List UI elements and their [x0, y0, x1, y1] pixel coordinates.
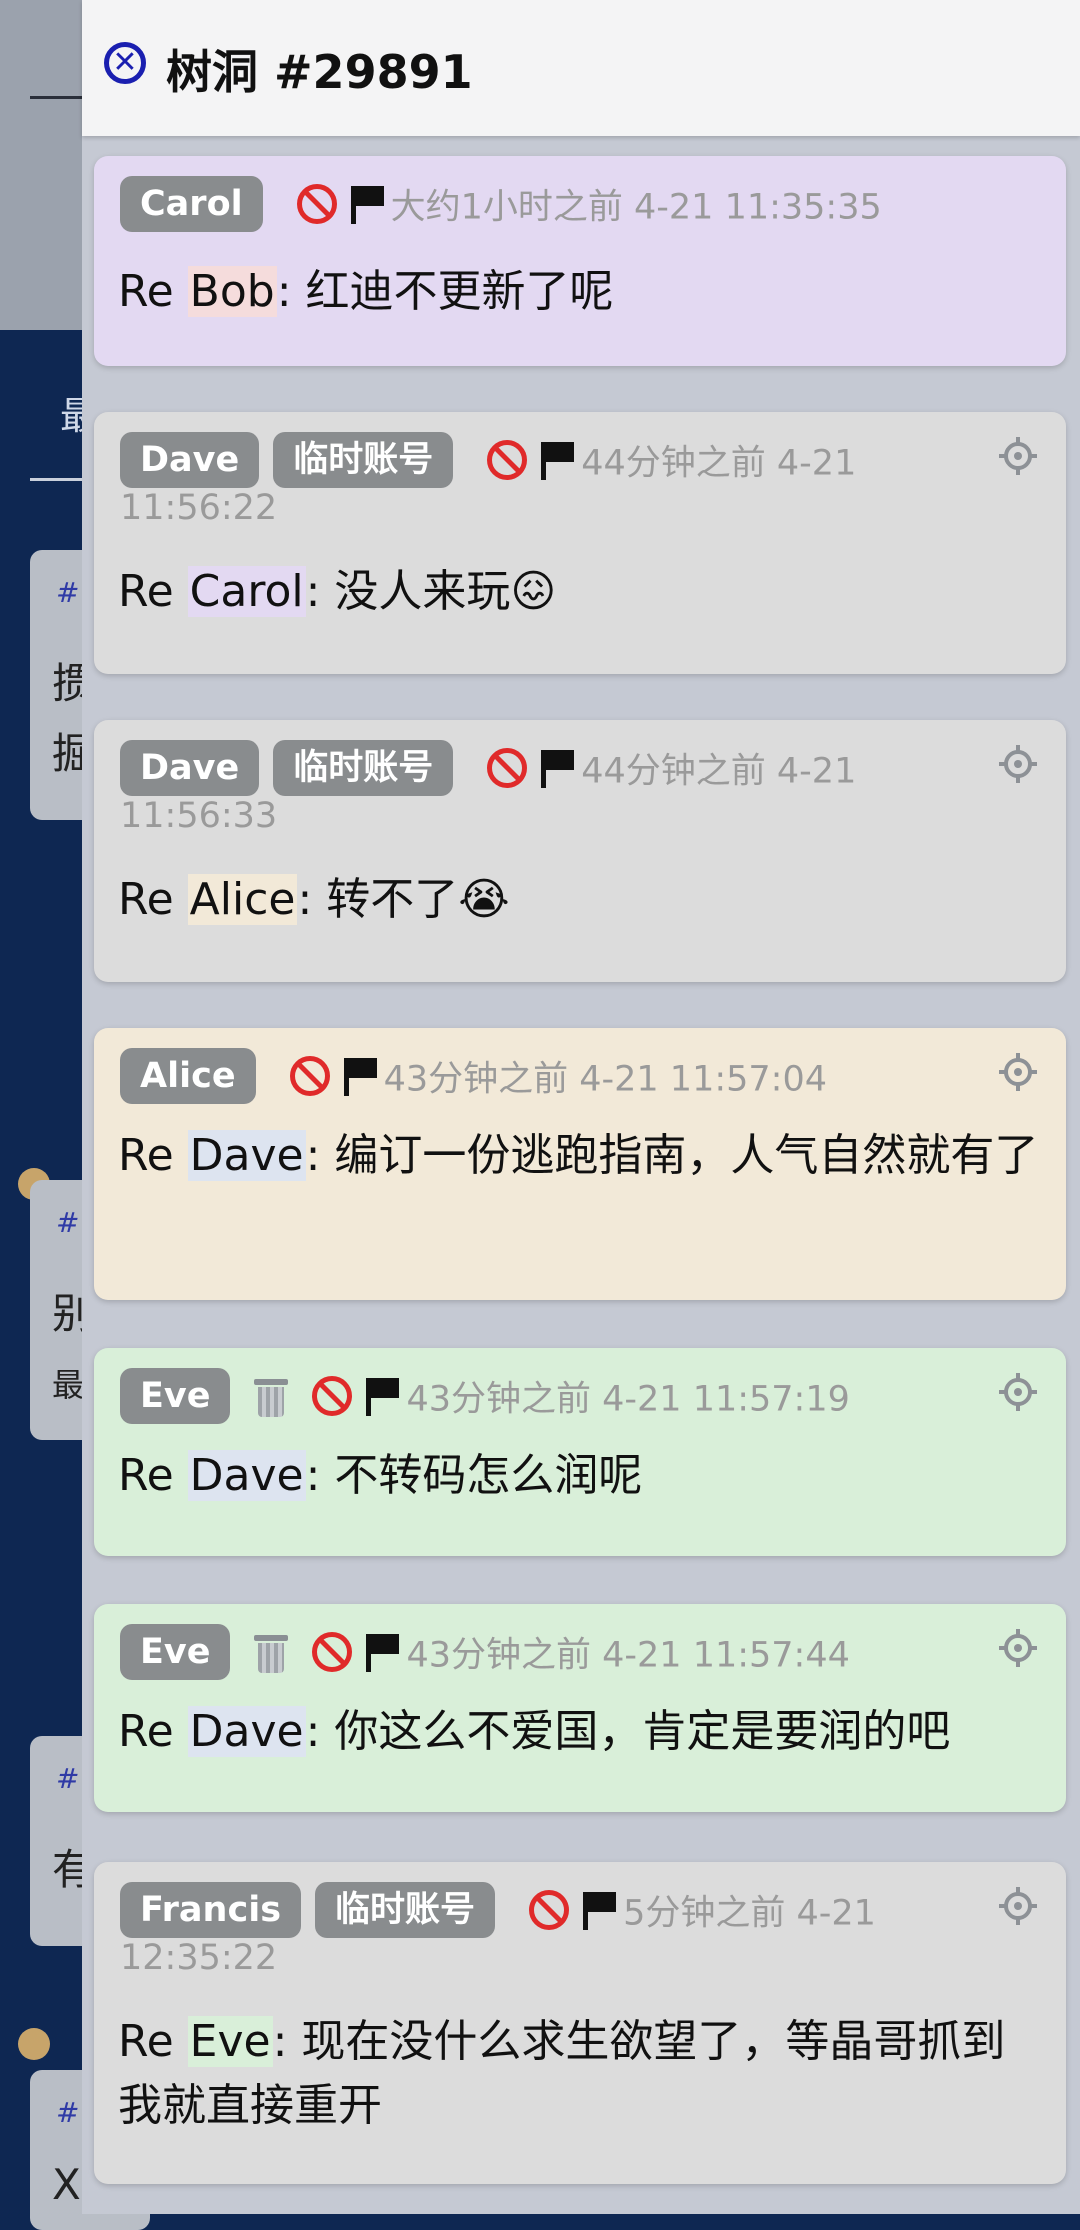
reply-target-name[interactable]: Eve	[187, 2016, 273, 2067]
locate-icon[interactable]	[998, 436, 1038, 476]
block-icon[interactable]	[296, 184, 337, 224]
reply-text: Re Dave: 不转码怎么润呢	[118, 1444, 1048, 1508]
reply-card[interactable]: Eve 43分钟之前 4-21 11:57:44 Re Dave: 你这么不爱国，肯…	[94, 1604, 1066, 1812]
flag-icon[interactable]	[539, 748, 575, 788]
locate-icon[interactable]	[998, 1886, 1038, 1926]
temp-account-badge: 临时账号	[273, 432, 454, 488]
author-badge[interactable]: Alice	[120, 1048, 256, 1104]
author-badge[interactable]: Dave	[120, 432, 260, 488]
reply-content: : 编订一份逃跑指南，人气自然就有了	[305, 1130, 1039, 1181]
block-icon[interactable]	[487, 440, 528, 480]
reply-text: Re Dave: 你这么不爱国，肯定是要润的吧	[118, 1700, 1048, 1764]
re-prefix: Re	[118, 1706, 188, 1757]
re-prefix: Re	[118, 566, 188, 617]
reply-card[interactable]: Dave 临时账号 44分钟之前 4-21 11:56:33 Re Alice: 转不了…	[94, 720, 1066, 982]
temp-account-badge: 临时账号	[273, 740, 454, 796]
reply-target-name[interactable]: Dave	[187, 1706, 306, 1757]
background-divider	[30, 96, 82, 99]
flag-icon[interactable]	[364, 1376, 400, 1416]
block-icon[interactable]	[487, 748, 528, 788]
temp-account-badge: 临时账号	[315, 1882, 496, 1938]
author-badge[interactable]: Eve	[120, 1368, 231, 1424]
reply-meta: Alice 43分钟之前 4-21 11:57:04	[120, 1048, 1040, 1106]
reply-content: : 不转码怎么润呢	[305, 1450, 643, 1501]
author-badge[interactable]: Carol	[120, 176, 263, 232]
locate-icon[interactable]	[998, 1628, 1038, 1668]
background-divider	[30, 478, 82, 481]
timestamp: 大约1小时之前 4-21 11:35:35	[390, 187, 882, 228]
flag-icon[interactable]	[364, 1632, 400, 1672]
drawer-header: ✕ 树洞 #29891	[82, 0, 1080, 136]
timestamp: 44分钟之前 4-21	[581, 443, 857, 484]
reply-target-name[interactable]: Bob	[187, 266, 277, 317]
reply-text: Re Alice: 转不了😭	[118, 868, 1048, 932]
reply-card[interactable]: Francis 临时账号 5分钟之前 4-21 12:35:22 Re Eve: 现在没…	[94, 1862, 1066, 2184]
timestamp: 44分钟之前 4-21	[581, 751, 857, 792]
re-prefix: Re	[118, 266, 188, 317]
reply-meta: Eve 43分钟之前 4-21 11:57:44	[120, 1624, 1040, 1682]
timestamp: 43分钟之前 4-21 11:57:04	[383, 1059, 827, 1100]
locate-icon[interactable]	[998, 1052, 1038, 1092]
reply-card[interactable]: Eve 43分钟之前 4-21 11:57:19 Re Dave: 不转码怎么润呢	[94, 1348, 1066, 1556]
re-prefix: Re	[118, 2016, 188, 2067]
reply-card[interactable]: Alice 43分钟之前 4-21 11:57:04 Re Dave: 编订一份逃跑…	[94, 1028, 1066, 1300]
reply-text: Re Bob: 红迪不更新了呢	[118, 260, 1048, 324]
author-badge[interactable]: Dave	[120, 740, 260, 796]
reply-card[interactable]: Carol 大约1小时之前 4-21 11:35:35 Re Bob: 红迪不更新了…	[94, 156, 1066, 366]
author-badge[interactable]: Eve	[120, 1624, 231, 1680]
reply-target-name[interactable]: Dave	[187, 1130, 306, 1181]
reply-meta: Francis 临时账号 5分钟之前 4-21	[120, 1882, 1040, 1940]
reply-content: : 你这么不爱国，肯定是要润的吧	[305, 1706, 951, 1757]
reply-content: : 红迪不更新了呢	[276, 266, 614, 317]
locate-icon[interactable]	[998, 1372, 1038, 1412]
close-icon[interactable]: ✕	[104, 42, 146, 84]
reply-text: Re Dave: 编订一份逃跑指南，人气自然就有了	[118, 1124, 1048, 1188]
flag-icon[interactable]	[349, 184, 385, 224]
reply-target-name[interactable]: Carol	[187, 566, 306, 617]
trash-icon[interactable]	[254, 1631, 289, 1673]
block-icon[interactable]	[312, 1376, 353, 1416]
reply-meta: Eve 43分钟之前 4-21 11:57:19	[120, 1368, 1040, 1426]
reply-text: Re Eve: 现在没什么求生欲望了，等晶哥抓到我就直接重开	[118, 2010, 1048, 2138]
author-badge[interactable]: Francis	[120, 1882, 302, 1938]
block-icon[interactable]	[312, 1632, 353, 1672]
page-title: 树洞 #29891	[166, 45, 473, 99]
locate-icon[interactable]	[998, 744, 1038, 784]
block-icon[interactable]	[289, 1056, 330, 1096]
re-prefix: Re	[118, 1130, 188, 1181]
background-dot	[18, 2028, 50, 2060]
reply-target-name[interactable]: Alice	[187, 874, 298, 925]
timestamp: 5分钟之前 4-21	[623, 1893, 876, 1934]
timestamp-continued: 12:35:22	[120, 1938, 278, 1978]
reply-meta: Carol 大约1小时之前 4-21 11:35:35	[120, 176, 1040, 234]
flag-icon[interactable]	[539, 440, 575, 480]
timestamp-continued: 11:56:33	[120, 796, 278, 836]
reply-content: : 没人来玩😖	[305, 566, 557, 617]
reply-content: : 转不了😭	[297, 874, 510, 925]
timestamp: 43分钟之前 4-21 11:57:44	[406, 1635, 850, 1676]
reply-text: Re Carol: 没人来玩😖	[118, 560, 1048, 624]
block-icon[interactable]	[529, 1890, 570, 1930]
trash-icon[interactable]	[254, 1375, 289, 1417]
flag-icon[interactable]	[342, 1056, 378, 1096]
timestamp-continued: 11:56:22	[120, 488, 278, 528]
re-prefix: Re	[118, 874, 188, 925]
reply-card[interactable]: Dave 临时账号 44分钟之前 4-21 11:56:22 Re Carol: 没人来…	[94, 412, 1066, 674]
re-prefix: Re	[118, 1450, 188, 1501]
reply-meta: Dave 临时账号 44分钟之前 4-21	[120, 740, 1040, 798]
reply-meta: Dave 临时账号 44分钟之前 4-21	[120, 432, 1040, 490]
post-detail-drawer: ✕ 树洞 #29891 Carol 大约1小时之前 4-21 11:35:35 Re…	[82, 0, 1080, 2214]
flag-icon[interactable]	[581, 1890, 617, 1930]
timestamp: 43分钟之前 4-21 11:57:19	[406, 1379, 850, 1420]
reply-target-name[interactable]: Dave	[187, 1450, 306, 1501]
